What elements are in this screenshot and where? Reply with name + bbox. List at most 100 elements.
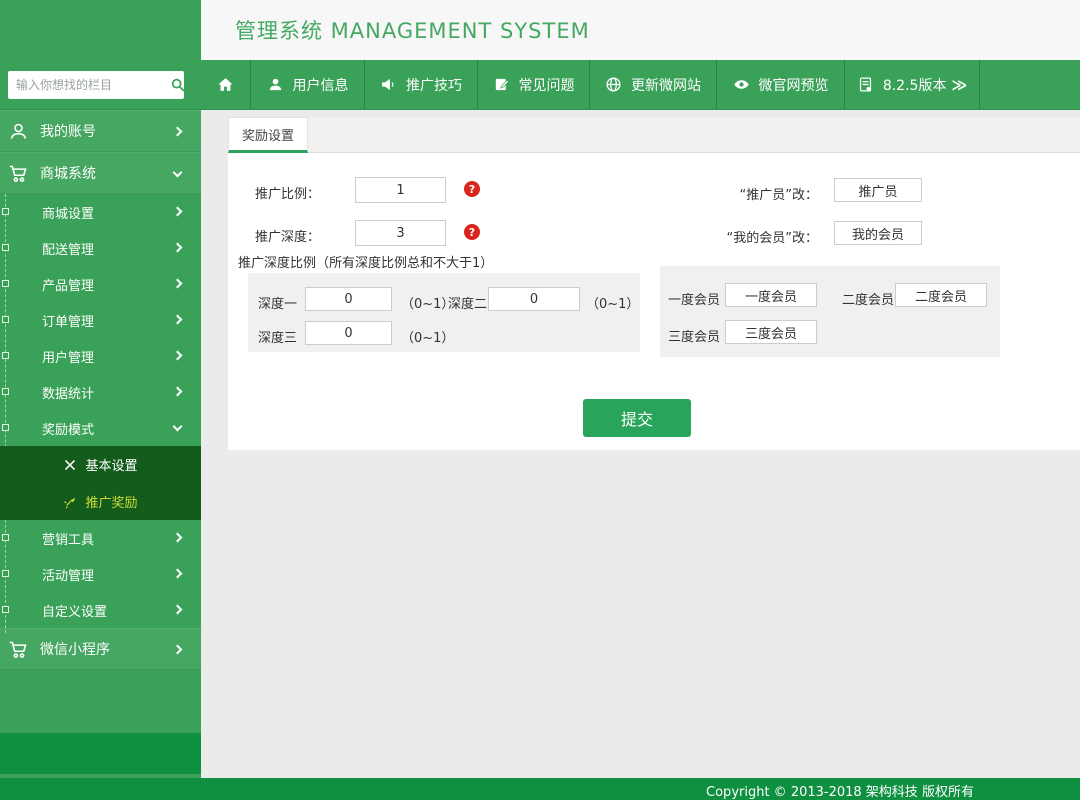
member1-input[interactable] xyxy=(725,283,817,307)
search-box[interactable] xyxy=(8,71,184,99)
chevron-right-icon xyxy=(173,315,183,325)
chevron-right-icon xyxy=(173,279,183,289)
nav-update-site[interactable]: 更新微网站 xyxy=(590,60,717,109)
submit-button[interactable]: 提交 xyxy=(583,399,691,437)
search-input[interactable] xyxy=(8,78,170,92)
chevron-right-icon xyxy=(173,645,183,655)
title-bar: 管理系统 MANAGEMENT SYSTEM xyxy=(201,0,1080,60)
tree-bullet xyxy=(2,244,9,251)
depth3-range: （0~1） xyxy=(401,327,454,346)
nav-label: 常见问题 xyxy=(519,75,575,95)
depth-caption: 推广深度比例（所有深度比例总和不大于1） xyxy=(238,252,493,271)
sidebar-item-activities[interactable]: 活动管理 xyxy=(0,556,201,592)
version-icon xyxy=(857,76,874,93)
tree-bullet xyxy=(2,424,9,431)
sidebar-item-marketing-tools[interactable]: 营销工具 xyxy=(0,520,201,556)
sidebar-item-users[interactable]: 用户管理 xyxy=(0,338,201,374)
depth1-range: （0~1） xyxy=(401,293,454,312)
depth2-label: 深度二 xyxy=(448,293,487,312)
tree-bullet xyxy=(2,534,9,541)
ratio-input[interactable] xyxy=(355,177,446,203)
tab-reward-settings[interactable]: 奖励设置 xyxy=(228,117,308,153)
sidebar-item-reward-mode[interactable]: 奖励模式 xyxy=(0,410,201,446)
tree-bullet xyxy=(2,316,9,323)
submenu-label: 推广奖励 xyxy=(85,492,137,511)
eye-icon xyxy=(733,76,750,93)
main-content: 奖励设置 推广比例： ? 推广深度： ? 推广深度比例（所有深度比例总和不大于1… xyxy=(201,110,1080,778)
sidebar-item-orders[interactable]: 订单管理 xyxy=(0,302,201,338)
faq-icon xyxy=(493,76,510,93)
sidebar-sub-label: 自定义设置 xyxy=(42,601,107,620)
depth-help-icon[interactable]: ? xyxy=(464,224,480,240)
nav-faq[interactable]: 常见问题 xyxy=(478,60,590,109)
sidebar-item-delivery[interactable]: 配送管理 xyxy=(0,230,201,266)
depth2-range: （0~1） xyxy=(586,293,639,312)
home-icon xyxy=(217,76,234,93)
rename-member-label: “我的会员”改： xyxy=(668,227,818,246)
sidebar-sub-label: 营销工具 xyxy=(42,529,94,548)
rename-promoter-label: “推广员”改： xyxy=(668,184,818,203)
chevron-right-icon xyxy=(173,351,183,361)
ratio-help-icon[interactable]: ? xyxy=(464,181,480,197)
globe-icon xyxy=(605,76,622,93)
depth3-label: 深度三 xyxy=(258,327,297,346)
sidebar-item-products[interactable]: 产品管理 xyxy=(0,266,201,302)
sidebar-item-label: 我的账号 xyxy=(40,121,96,141)
chevron-right-icon xyxy=(173,127,183,137)
rename-promoter-input[interactable] xyxy=(834,178,922,202)
sidebar-sub-label: 配送管理 xyxy=(42,239,94,258)
tree-bullet xyxy=(2,570,9,577)
member2-input[interactable] xyxy=(895,283,987,307)
nav-label: 微官网预览 xyxy=(759,75,829,95)
depth3-input[interactable] xyxy=(305,321,392,345)
tab-bar: 奖励设置 xyxy=(228,117,1080,153)
nav-home[interactable] xyxy=(201,60,251,109)
sidebar-item-mall-system[interactable]: 商城系统 xyxy=(0,152,201,194)
copyright-text: Copyright © 2013-2018 架构科技 版权所有 xyxy=(600,781,1080,800)
cart-icon xyxy=(8,163,29,184)
nav-label: 用户信息 xyxy=(293,75,349,95)
ratio-label: 推广比例： xyxy=(255,183,320,202)
nav-site-preview[interactable]: 微官网预览 xyxy=(717,60,845,109)
sidebar-bottom-strip xyxy=(0,733,201,774)
sidebar-sub-label: 数据统计 xyxy=(42,383,94,402)
chevron-right-icon xyxy=(173,605,183,615)
sidebar-item-my-account[interactable]: 我的账号 xyxy=(0,110,201,152)
chevron-right-icon xyxy=(173,387,183,397)
sidebar-item-promotion-reward[interactable]: 推广奖励 xyxy=(0,483,201,520)
sidebar-sub-label: 奖励模式 xyxy=(42,419,94,438)
page-title: 管理系统 MANAGEMENT SYSTEM xyxy=(235,15,590,45)
member1-label: 一度会员 xyxy=(668,289,720,308)
depth2-input[interactable] xyxy=(488,287,580,311)
rename-member-input[interactable] xyxy=(834,221,922,245)
sidebar-item-custom-settings[interactable]: 自定义设置 xyxy=(0,592,201,628)
member-rename-panel: 一度会员 二度会员 三度会员 xyxy=(660,266,1000,357)
nav-promotion-tips[interactable]: 推广技巧 xyxy=(365,60,478,109)
tree-bullet xyxy=(2,208,9,215)
member3-input[interactable] xyxy=(725,320,817,344)
sidebar-filler xyxy=(0,670,201,733)
nav-user-info[interactable]: 用户信息 xyxy=(251,60,365,109)
tree-bullet xyxy=(2,388,9,395)
sidebar-item-basic-settings[interactable]: 基本设置 xyxy=(0,446,201,483)
search-icon[interactable] xyxy=(170,77,186,93)
nav-version[interactable]: 8.2.5版本 ≫ xyxy=(845,60,980,109)
chevron-right-icon xyxy=(173,207,183,217)
page: 管理系统 MANAGEMENT SYSTEM 用户信息 推广技巧 常见问题 更新… xyxy=(0,0,1080,800)
depth-ratio-panel: 深度一 （0~1） 深度二 （0~1） 深度三 （0~1） xyxy=(248,273,640,352)
nav-label: 8.2.5版本 xyxy=(883,75,947,95)
sidebar-item-mall-settings[interactable]: 商城设置 xyxy=(0,194,201,230)
tools-icon xyxy=(63,458,77,472)
sidebar-item-statistics[interactable]: 数据统计 xyxy=(0,374,201,410)
sidebar-sub-label: 订单管理 xyxy=(42,311,94,330)
depth-input[interactable] xyxy=(355,220,446,246)
chevron-right-icon xyxy=(173,533,183,543)
chevron-right-icon xyxy=(173,243,183,253)
tree-bullet xyxy=(2,280,9,287)
nav-label: 推广技巧 xyxy=(406,75,462,95)
question-mark: ? xyxy=(469,226,475,239)
member3-label: 三度会员 xyxy=(668,326,720,345)
chevron-right-icon xyxy=(173,569,183,579)
depth1-input[interactable] xyxy=(305,287,392,311)
sidebar-item-wechat-miniapp[interactable]: 微信小程序 xyxy=(0,628,201,670)
